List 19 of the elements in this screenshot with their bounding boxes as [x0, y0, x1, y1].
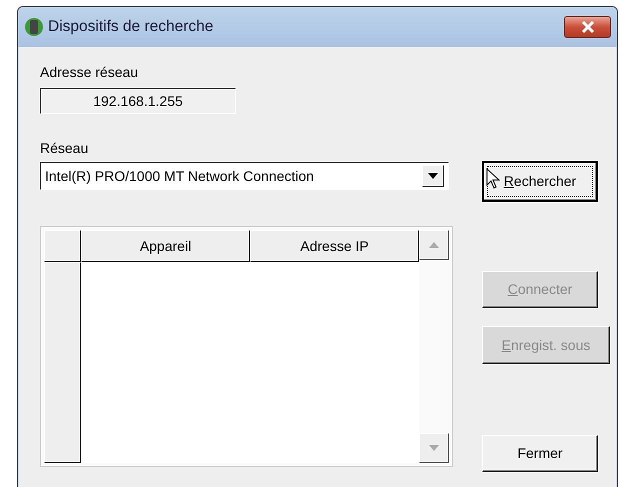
- address-field[interactable]: 192.168.1.255: [40, 88, 236, 114]
- corner-header: [44, 230, 81, 262]
- dropdown-arrow-icon: [428, 173, 438, 179]
- scroll-down-button[interactable]: [419, 433, 449, 463]
- app-icon: [24, 17, 44, 37]
- scroll-up-button[interactable]: [419, 230, 449, 260]
- mouse-cursor-icon: [486, 168, 500, 190]
- field-label: Adresse réseau: [40, 64, 140, 80]
- dialog-button[interactable]: Fermer: [482, 435, 598, 472]
- close-button[interactable]: [564, 16, 611, 38]
- down-arrow-icon: [429, 445, 439, 451]
- column-header[interactable]: Adresse IP: [250, 230, 419, 262]
- column-header[interactable]: Appareil: [81, 230, 250, 262]
- field-label: Réseau: [40, 140, 90, 156]
- dialog-button[interactable]: Rechercher: [482, 161, 598, 202]
- close-icon: [580, 21, 594, 33]
- network-dropdown[interactable]: Intel(R) PRO/1000 MT Network Connection: [40, 162, 449, 190]
- up-arrow-icon: [429, 242, 439, 248]
- window-title: Dispositifs de recherche: [48, 17, 214, 38]
